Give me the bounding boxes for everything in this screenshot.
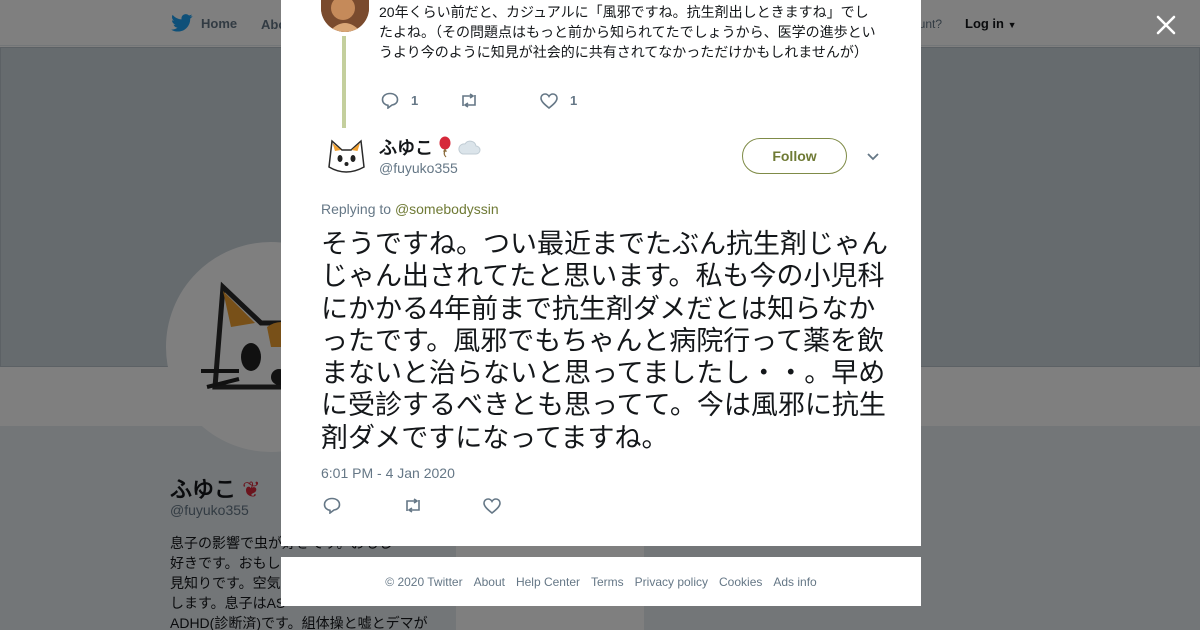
replying-mention[interactable]: @somebodyssin — [395, 201, 499, 217]
tweet-modal: 20年くらい前だと、カジュアルに「風邪ですね。抗生剤出しときますね」でしたよね。… — [281, 0, 921, 546]
previous-tweet-avatar[interactable] — [321, 0, 369, 32]
retweet-button[interactable] — [459, 93, 540, 108]
footer-about-link[interactable]: About — [474, 575, 505, 589]
replying-to: Replying to @somebodyssin — [321, 201, 499, 217]
close-icon[interactable] — [1153, 12, 1179, 38]
heart-icon — [540, 92, 558, 109]
like-button[interactable]: 1 — [540, 92, 578, 109]
balloon-icon — [439, 136, 451, 158]
retweet-button[interactable] — [403, 498, 483, 513]
cloud-icon — [458, 140, 481, 155]
cat-avatar-icon — [321, 131, 371, 181]
reply-icon — [323, 497, 341, 514]
heart-icon — [483, 497, 501, 514]
previous-tweet-actions: 1 1 — [381, 92, 577, 109]
chevron-down-icon[interactable] — [866, 151, 880, 163]
like-count: 1 — [570, 93, 578, 108]
follow-button[interactable]: Follow — [742, 138, 847, 174]
modal-footer: © 2020 Twitter About Help Center Terms P… — [281, 557, 921, 606]
like-button[interactable] — [483, 497, 501, 514]
reply-icon — [381, 92, 399, 109]
reply-count: 1 — [411, 93, 419, 108]
tweet-actions — [323, 497, 501, 514]
tweet-author-name[interactable]: ふゆこ — [379, 134, 481, 160]
reply-button[interactable] — [323, 497, 403, 514]
tweet-timestamp[interactable]: 6:01 PM - 4 Jan 2020 — [321, 465, 455, 481]
footer-terms-link[interactable]: Terms — [591, 575, 624, 589]
display-name: ふゆこ — [379, 138, 433, 158]
tweet-author-avatar[interactable] — [321, 131, 371, 181]
footer-copyright: © 2020 Twitter — [385, 574, 463, 589]
thread-connector — [342, 36, 346, 128]
replying-prefix: Replying to — [321, 201, 392, 217]
footer-ads-info-link[interactable]: Ads info — [773, 575, 816, 589]
reply-button[interactable]: 1 — [381, 92, 459, 109]
retweet-icon — [406, 498, 420, 513]
footer-cookies-link[interactable]: Cookies — [719, 575, 762, 589]
footer-help-center-link[interactable]: Help Center — [516, 575, 580, 589]
footer-privacy-link[interactable]: Privacy policy — [635, 575, 708, 589]
retweet-icon — [462, 93, 476, 108]
previous-tweet-text: 20年くらい前だと、カジュアルに「風邪ですね。抗生剤出しときますね」でしたよね。… — [379, 4, 876, 60]
tweet-text: そうですね。つい最近までたぶん抗生剤じゃんじゃん出されてたと思います。私も今の小… — [321, 229, 888, 453]
tweet-author-handle[interactable]: @fuyuko355 — [379, 160, 458, 176]
user-photo-icon — [321, 0, 369, 32]
